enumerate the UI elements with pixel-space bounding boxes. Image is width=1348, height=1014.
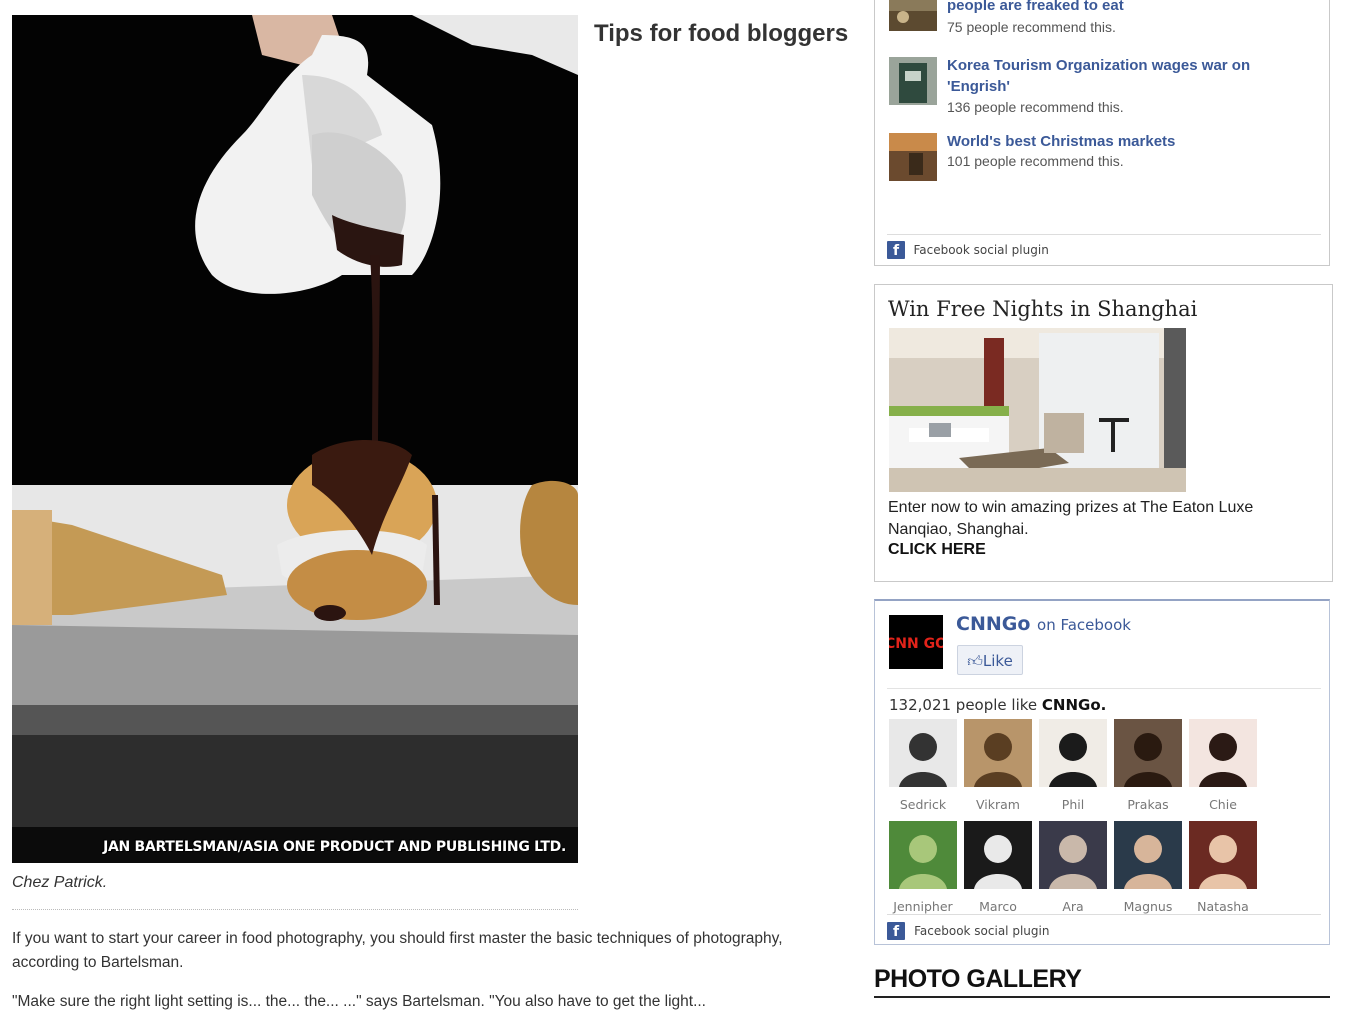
recommendation-thumbnail[interactable] xyxy=(889,57,937,105)
fan-avatar[interactable] xyxy=(1189,719,1257,787)
gallery-heading-rule xyxy=(874,996,1330,998)
fan-avatar[interactable] xyxy=(964,821,1032,889)
fan-name[interactable]: Natasha xyxy=(1188,899,1258,914)
logo-text: CNN GO xyxy=(889,636,943,652)
fan-name[interactable]: Jennipher xyxy=(888,899,958,914)
fan-avatar[interactable] xyxy=(1114,719,1182,787)
recommendation-thumbnail[interactable] xyxy=(889,133,937,181)
fan-name[interactable]: Phil xyxy=(1038,797,1108,812)
plugin-label: Facebook social plugin xyxy=(913,243,1049,257)
like-button[interactable]: 👍︎Like xyxy=(957,645,1023,675)
photo-caption: Chez Patrick. xyxy=(12,874,108,891)
fan-avatar[interactable] xyxy=(889,719,957,787)
fan-avatar[interactable] xyxy=(1114,821,1182,889)
promo-image[interactable] xyxy=(889,328,1186,492)
facebook-f-icon: f xyxy=(887,921,905,940)
recommendation-count: 136 people recommend this. xyxy=(947,99,1124,115)
fan-avatar[interactable] xyxy=(1039,719,1107,787)
cnngo-logo[interactable]: CNN GO xyxy=(885,615,947,669)
recommendation-count: 75 people recommend this. xyxy=(947,19,1116,35)
like-count: 132,021 people like CNNGo. xyxy=(889,696,1106,714)
like-count-prefix: 132,021 people like xyxy=(889,696,1038,714)
recommendations-box: people are freaked to eat 75 people reco… xyxy=(874,0,1330,266)
fan-name[interactable]: Prakas xyxy=(1113,797,1183,812)
promo-box: Win Free Nights in Shanghai Enter now to… xyxy=(874,284,1333,582)
page-name[interactable]: CNNGo xyxy=(956,613,1030,635)
facebook-like-box: CNN GO CNNGo on Facebook 👍︎Like 132,021 … xyxy=(874,599,1330,945)
article-title[interactable]: Tips for food bloggers xyxy=(594,20,848,48)
on-facebook-label: on Facebook xyxy=(1037,616,1131,634)
article-paragraph: If you want to start your career in food… xyxy=(12,930,783,971)
fan-avatar-item[interactable]: Marco xyxy=(963,821,1033,914)
fan-avatar[interactable] xyxy=(889,821,957,889)
article-paragraph-partial: "Make sure the right light setting is...… xyxy=(12,993,706,1010)
photo-credit: JAN BARTELSMAN/ASIA ONE PRODUCT AND PUBL… xyxy=(12,827,578,863)
fan-name[interactable]: Ara xyxy=(1038,899,1108,914)
cnngo-logo-graphic: CNN GO xyxy=(885,615,947,669)
fan-avatar-item[interactable]: Magnus xyxy=(1113,821,1183,914)
plugin-label: Facebook social plugin xyxy=(914,923,1050,938)
article-photo: JAN BARTELSMAN/ASIA ONE PRODUCT AND PUBL… xyxy=(12,15,578,863)
fan-avatar-item[interactable]: Vikram xyxy=(963,719,1033,812)
recommendation-title[interactable]: World's best Christmas markets xyxy=(947,131,1307,152)
fan-avatar[interactable] xyxy=(1189,821,1257,889)
fan-avatar[interactable] xyxy=(964,719,1032,787)
promo-title: Win Free Nights in Shanghai xyxy=(888,297,1198,321)
recommendation-title[interactable]: Korea Tourism Organization wages war on … xyxy=(947,55,1307,97)
fan-name[interactable]: Sedrick xyxy=(888,797,958,812)
page-name-link[interactable]: CNNGo on Facebook xyxy=(956,613,1131,635)
fan-avatar[interactable] xyxy=(1039,821,1107,889)
promo-click-here-link[interactable]: CLICK HERE xyxy=(888,541,986,559)
fan-avatar-item[interactable]: Jennipher xyxy=(888,821,958,914)
facebook-plugin-footer[interactable]: f Facebook social plugin xyxy=(887,234,1321,259)
photo-gallery-heading: PHOTO GALLERY xyxy=(874,965,1082,993)
hotel-room-graphic xyxy=(889,328,1186,492)
like-box-divider xyxy=(887,688,1321,689)
recommendation-thumbnail[interactable] xyxy=(889,0,937,31)
facebook-plugin-footer[interactable]: f Facebook social plugin xyxy=(887,914,1321,940)
like-count-page: CNNGo. xyxy=(1041,696,1107,714)
caption-divider xyxy=(12,909,578,910)
like-label: Like xyxy=(982,652,1013,670)
fan-avatar-item[interactable]: Phil xyxy=(1038,719,1108,812)
facebook-f-icon: f xyxy=(887,241,905,259)
fan-name[interactable]: Magnus xyxy=(1113,899,1183,914)
thumbs-up-icon: 👍︎ xyxy=(967,652,983,670)
fan-name[interactable]: Vikram xyxy=(963,797,1033,812)
fan-avatar-item[interactable]: Ara xyxy=(1038,821,1108,914)
fan-name[interactable]: Chie xyxy=(1188,797,1258,812)
recommendation-title[interactable]: people are freaked to eat xyxy=(947,0,1307,16)
dessert-photo-graphic xyxy=(12,15,578,863)
promo-text: Enter now to win amazing prizes at The E… xyxy=(888,499,1254,538)
fan-avatar-item[interactable]: Sedrick xyxy=(888,719,958,812)
fan-avatar-item[interactable]: Natasha xyxy=(1188,821,1258,914)
recommendation-count: 101 people recommend this. xyxy=(947,153,1124,169)
fan-name[interactable]: Marco xyxy=(963,899,1033,914)
fan-avatar-item[interactable]: Prakas xyxy=(1113,719,1183,812)
fan-avatar-item[interactable]: Chie xyxy=(1188,719,1258,812)
